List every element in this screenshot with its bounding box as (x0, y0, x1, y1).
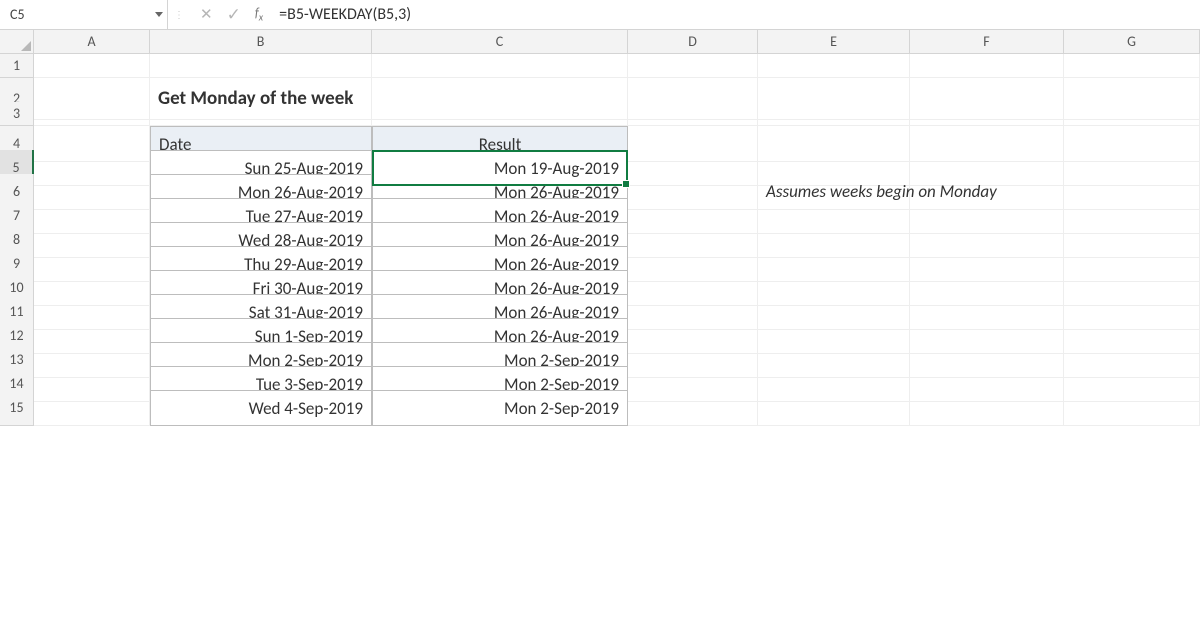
formula-input[interactable]: =B5-WEEKDAY(B5,3) (269, 0, 1200, 29)
col-header-F[interactable]: F (910, 30, 1064, 54)
cell-D1[interactable] (628, 54, 758, 78)
cell-G3[interactable] (1064, 102, 1200, 126)
cell-D3[interactable] (628, 102, 758, 126)
cancel-icon[interactable]: ✕ (200, 5, 213, 24)
col-header-E[interactable]: E (758, 30, 910, 54)
cell-A3[interactable] (34, 102, 150, 126)
enter-icon[interactable]: ✓ (227, 4, 241, 25)
select-all-corner[interactable] (0, 30, 34, 54)
cell-F1[interactable] (910, 54, 1064, 78)
row-header-15[interactable]: 15 (0, 390, 34, 426)
cell-C15[interactable]: Mon 2-Sep-2019 (372, 390, 628, 426)
name-box[interactable]: C5 (0, 0, 168, 29)
cell-E15[interactable] (758, 390, 910, 426)
row-header-1[interactable]: 1 (0, 54, 34, 78)
cell-E1[interactable] (758, 54, 910, 78)
cell-A1[interactable] (34, 54, 150, 78)
cell-A15[interactable] (34, 390, 150, 426)
name-box-value: C5 (10, 6, 149, 23)
cell-E3[interactable] (758, 102, 910, 126)
col-header-G[interactable]: G (1064, 30, 1200, 54)
cell-F3[interactable] (910, 102, 1064, 126)
cell-B15[interactable]: Wed 4-Sep-2019 (150, 390, 372, 426)
cell-G1[interactable] (1064, 54, 1200, 78)
col-header-D[interactable]: D (628, 30, 758, 54)
formula-bar-buttons: ⋮ ✕ ✓ fx (168, 0, 269, 29)
col-header-A[interactable]: A (34, 30, 150, 54)
cell-C3[interactable] (372, 102, 628, 126)
worksheet-grid[interactable]: A B C D E F G 1 2 Get Monday of the week… (0, 30, 1200, 414)
cell-G15[interactable] (1064, 390, 1200, 426)
separator-icon: ⋮ (174, 8, 184, 21)
col-header-B[interactable]: B (150, 30, 372, 54)
cell-D15[interactable] (628, 390, 758, 426)
cell-C1[interactable] (372, 54, 628, 78)
fx-icon[interactable]: fx (255, 6, 263, 24)
cell-F15[interactable] (910, 390, 1064, 426)
chevron-down-icon[interactable] (155, 12, 163, 17)
row-header-3[interactable]: 3 (0, 102, 34, 126)
formula-bar: C5 ⋮ ✕ ✓ fx =B5-WEEKDAY(B5,3) (0, 0, 1200, 30)
note-text[interactable]: Assumes weeks begin on Monday (758, 174, 910, 210)
cell-B1[interactable] (150, 54, 372, 78)
col-header-C[interactable]: C (372, 30, 628, 54)
cell-C5[interactable]: Mon 19-Aug-2019 (372, 150, 628, 186)
page-title[interactable]: Get Monday of the week (150, 78, 372, 120)
